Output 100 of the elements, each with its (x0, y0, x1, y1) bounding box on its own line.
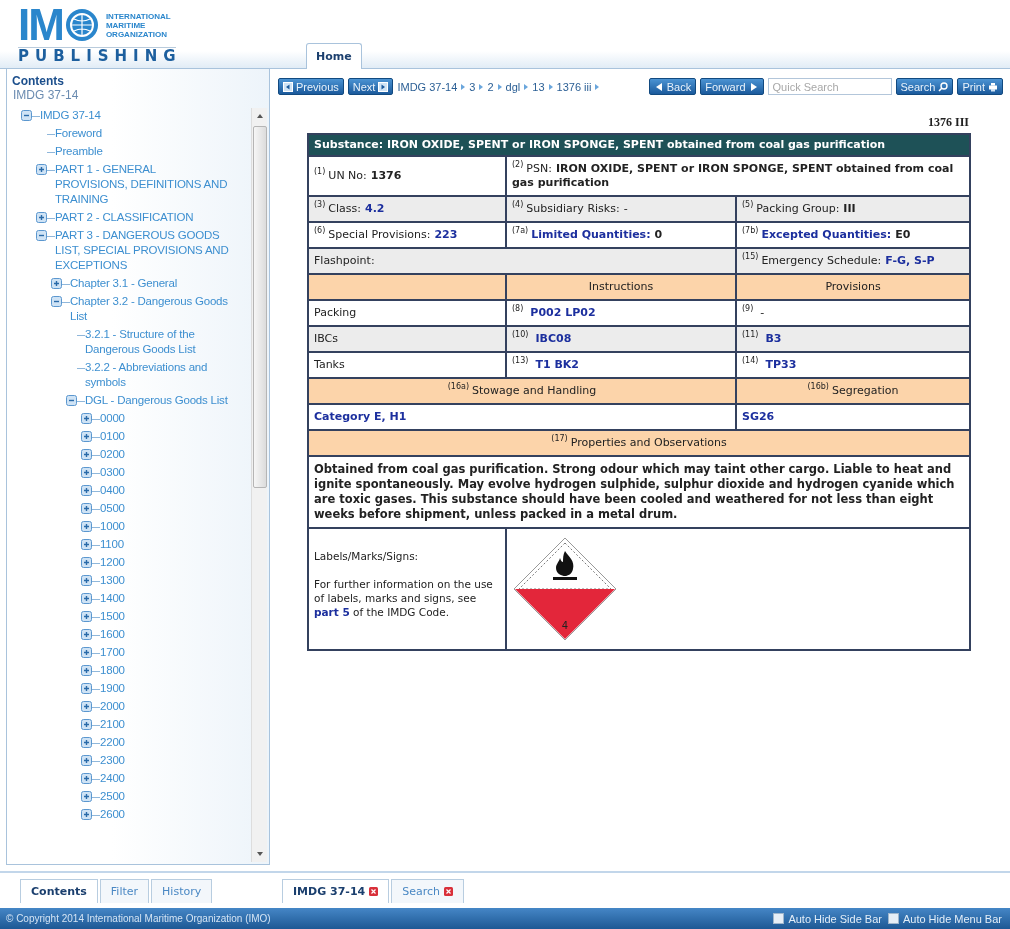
tree-toggle[interactable] (81, 700, 92, 712)
tree-toggle[interactable] (21, 109, 32, 121)
tree-toggle[interactable] (81, 808, 92, 820)
tree-toggle[interactable] (36, 163, 47, 175)
tab[interactable]: IMDG 37-14 (282, 879, 390, 903)
tree-toggle[interactable] (81, 574, 92, 586)
tree-item[interactable]: 1800 (100, 662, 125, 678)
toolbar-button[interactable]: Forward (700, 78, 764, 95)
tree-item[interactable]: 2200 (100, 734, 125, 750)
breadcrumb-link[interactable]: dgl (505, 80, 521, 93)
tree-item[interactable]: PART 1 - GENERAL PROVISIONS, DEFINITIONS AND TRAINING (55, 161, 229, 207)
value-link[interactable]: 4.2 (365, 202, 385, 215)
tree-item[interactable]: 0400 (100, 482, 125, 498)
tree-item[interactable]: 3.2.1 - Structure of the Dangerous Goods List (85, 326, 229, 357)
toolbar-button[interactable]: Back (648, 78, 697, 95)
tree-item[interactable]: 2500 (100, 788, 125, 804)
tree-toggle[interactable] (81, 646, 92, 658)
tree-toggle[interactable] (81, 772, 92, 784)
tree-item[interactable]: 2000 (100, 698, 125, 714)
tree-toggle[interactable] (81, 412, 92, 424)
toolbar-button[interactable]: Next (347, 78, 394, 95)
breadcrumb-link[interactable]: 2 (487, 80, 494, 93)
tab[interactable]: History (151, 879, 213, 903)
tree-toggle[interactable] (81, 556, 92, 568)
field-link[interactable]: Limited Quantities: (531, 228, 651, 241)
value-link[interactable]: IBC08 (535, 332, 572, 345)
tree-item[interactable]: Preamble (55, 143, 103, 159)
tree-toggle[interactable] (81, 610, 92, 622)
breadcrumb-link[interactable]: IMDG 37-14 (397, 80, 458, 93)
value-link[interactable]: SG26 (742, 410, 775, 424)
tree-toggle[interactable] (81, 718, 92, 730)
close-icon[interactable] (369, 887, 379, 896)
tree-item[interactable]: 1200 (100, 554, 125, 570)
tree-item[interactable]: 1500 (100, 608, 125, 624)
breadcrumb-link[interactable]: 3 (469, 80, 476, 93)
value-link[interactable]: 223 (434, 228, 458, 241)
tree-toggle[interactable] (81, 430, 92, 442)
tree-toggle[interactable] (81, 592, 92, 604)
value-link[interactable]: P002 LP02 (530, 306, 596, 319)
tree-toggle[interactable] (81, 664, 92, 676)
toolbar-button[interactable]: Search (895, 78, 954, 95)
field-link[interactable]: Excepted Quantities: (761, 228, 892, 241)
tree-item[interactable]: Chapter 3.1 - General (70, 275, 178, 291)
checkbox[interactable] (773, 913, 785, 924)
tree-item[interactable]: 1100 (100, 536, 124, 552)
tree-toggle[interactable] (81, 538, 92, 550)
tab[interactable]: Home (306, 43, 362, 69)
tree-toggle[interactable] (81, 502, 92, 514)
tree-item[interactable]: PART 2 - CLASSIFICATION (55, 209, 194, 225)
breadcrumb-link[interactable]: 13 (532, 80, 545, 93)
tree-item[interactable]: 1400 (100, 590, 125, 606)
tree-toggle[interactable] (51, 295, 62, 307)
tree-item[interactable]: IMDG 37-14 (40, 107, 101, 123)
tree-toggle[interactable] (36, 229, 47, 241)
tree-toggle[interactable] (81, 682, 92, 694)
breadcrumb-link[interactable]: 1376 iii (556, 80, 592, 93)
tree-item[interactable]: Foreword (55, 125, 102, 141)
tree-item[interactable]: 2600 (100, 806, 125, 822)
tree-item[interactable]: 1600 (100, 626, 125, 642)
tree-item[interactable]: DGL - Dangerous Goods List (85, 392, 228, 408)
tree-toggle[interactable] (81, 736, 92, 748)
tree-item[interactable]: 2300 (100, 752, 125, 768)
toolbar-button[interactable]: Print (957, 78, 1003, 95)
value-link[interactable]: Category E, H1 (314, 410, 407, 424)
tree-toggle[interactable] (51, 277, 62, 289)
checkbox[interactable] (887, 913, 899, 924)
tree-item[interactable]: Chapter 3.2 - Dangerous Goods List (70, 293, 229, 324)
tab[interactable]: Search (391, 879, 464, 903)
tree-item[interactable]: 1900 (100, 680, 125, 696)
tree-toggle[interactable] (81, 628, 92, 640)
tree-item[interactable]: PART 3 - DANGEROUS GOODS LIST, SPECIAL PROVISIONS AND EXCEPTIONS (55, 227, 229, 273)
tree-toggle[interactable] (66, 394, 77, 406)
tree-toggle[interactable] (81, 520, 92, 532)
tree-item[interactable]: 2100 (100, 716, 125, 732)
value-link[interactable]: TP33 (765, 358, 797, 371)
search-field[interactable]: Quick Search (767, 78, 892, 95)
tree-item[interactable]: 1000 (100, 518, 125, 534)
tree-item[interactable]: 1300 (100, 572, 125, 588)
value-link[interactable]: B3 (765, 332, 782, 345)
value-link[interactable]: T1 BK2 (535, 358, 579, 371)
tree-toggle[interactable] (81, 466, 92, 478)
value-link[interactable]: F-G, S-P (885, 254, 935, 267)
tree-toggle[interactable] (81, 448, 92, 460)
tree-item[interactable]: 3.2.2 - Abbreviations and symbols (85, 359, 229, 390)
tree-toggle[interactable] (81, 484, 92, 496)
tree-toggle[interactable] (81, 754, 92, 766)
tree-item[interactable]: 0100 (100, 428, 125, 444)
part-link[interactable]: part 5 (314, 606, 350, 618)
tree-toggle[interactable] (81, 790, 92, 802)
tree-toggle[interactable] (36, 211, 47, 223)
tab[interactable]: Contents (20, 879, 98, 903)
tree-item[interactable]: 1700 (100, 644, 125, 660)
tree-item[interactable]: 0200 (100, 446, 125, 462)
tab[interactable]: Filter (99, 879, 150, 903)
tree-item[interactable]: 0000 (100, 410, 125, 426)
tree-item[interactable]: 0300 (100, 464, 125, 480)
vertical-scrollbar[interactable] (251, 108, 267, 862)
toolbar-button[interactable]: Previous (278, 78, 344, 95)
tree-item[interactable]: 2400 (100, 770, 125, 786)
tree-item[interactable]: 0500 (100, 500, 125, 516)
